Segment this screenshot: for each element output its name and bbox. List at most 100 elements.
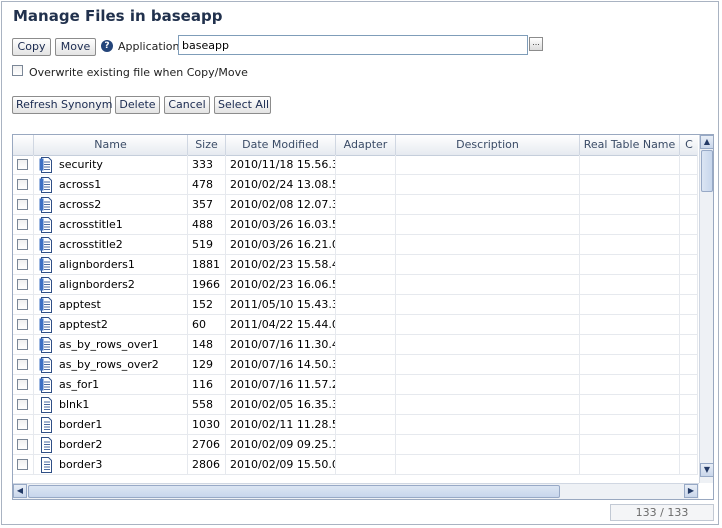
move-button[interactable]: Move <box>55 38 96 56</box>
column-header-size[interactable]: Size <box>188 135 226 155</box>
scroll-left-icon[interactable]: ◀ <box>13 484 27 498</box>
file-date: 2010/02/23 15.58.41 <box>230 258 336 271</box>
table-row[interactable]: as_for1 116 2010/07/16 11.57.26 <box>13 375 698 395</box>
table-row[interactable]: as_by_rows_over1 148 2010/07/16 11.30.47 <box>13 335 698 355</box>
select-cell[interactable] <box>13 235 34 255</box>
select-cell[interactable] <box>13 255 34 275</box>
row-checkbox[interactable] <box>17 439 28 450</box>
scroll-up-icon[interactable]: ▲ <box>700 135 713 149</box>
file-name[interactable]: as_by_rows_over1 <box>59 338 159 351</box>
row-checkbox[interactable] <box>17 339 28 350</box>
scroll-right-icon[interactable]: ▶ <box>684 484 698 498</box>
row-checkbox[interactable] <box>17 279 28 290</box>
table-row[interactable]: blnk1 558 2010/02/05 16.35.32 <box>13 395 698 415</box>
overwrite-checkbox[interactable] <box>12 65 23 76</box>
table-row[interactable]: across2 357 2010/02/08 12.07.31 <box>13 195 698 215</box>
file-name[interactable]: apptest2 <box>59 318 108 331</box>
file-name[interactable]: acrosstitle1 <box>59 218 123 231</box>
row-checkbox[interactable] <box>17 159 28 170</box>
file-name[interactable]: blnk1 <box>59 398 89 411</box>
file-size: 116 <box>192 378 213 391</box>
row-checkbox[interactable] <box>17 199 28 210</box>
c-cell <box>680 175 698 195</box>
file-name[interactable]: as_for1 <box>59 378 99 391</box>
adapter-cell <box>336 155 396 175</box>
adapter-cell <box>336 375 396 395</box>
select-cell[interactable] <box>13 415 34 435</box>
scroll-down-icon[interactable]: ▼ <box>700 463 713 477</box>
table-row[interactable]: acrosstitle2 519 2010/03/26 16.21.02 <box>13 235 698 255</box>
select-cell[interactable] <box>13 435 34 455</box>
vertical-scroll-thumb[interactable] <box>701 150 713 192</box>
table-row[interactable]: acrosstitle1 488 2010/03/26 16.03.50 <box>13 215 698 235</box>
table-row[interactable]: apptest 152 2011/05/10 15.43.36 <box>13 295 698 315</box>
file-name[interactable]: border2 <box>59 438 102 451</box>
select-cell[interactable] <box>13 395 34 415</box>
select-cell[interactable] <box>13 455 34 475</box>
select-cell[interactable] <box>13 335 34 355</box>
file-name[interactable]: across2 <box>59 198 101 211</box>
table-row[interactable]: apptest2 60 2011/04/22 15.44.02 <box>13 315 698 335</box>
select-cell[interactable] <box>13 275 34 295</box>
copy-button[interactable]: Copy <box>12 38 51 56</box>
select-cell[interactable] <box>13 215 34 235</box>
file-name[interactable]: alignborders2 <box>59 278 135 291</box>
row-checkbox[interactable] <box>17 299 28 310</box>
file-name[interactable]: across1 <box>59 178 101 191</box>
select-cell[interactable] <box>13 355 34 375</box>
size-cell: 1030 <box>188 415 226 435</box>
row-checkbox[interactable] <box>17 319 28 330</box>
row-checkbox[interactable] <box>17 239 28 250</box>
table-row[interactable]: across1 478 2010/02/24 13.08.54 <box>13 175 698 195</box>
row-checkbox[interactable] <box>17 459 28 470</box>
file-name[interactable]: security <box>59 158 103 171</box>
column-header-c[interactable]: C <box>680 135 698 155</box>
horizontal-scroll-thumb[interactable] <box>28 485 560 498</box>
row-checkbox[interactable] <box>17 379 28 390</box>
file-name[interactable]: apptest <box>59 298 101 311</box>
refresh-synonym-button[interactable]: Refresh Synonym <box>12 96 112 114</box>
column-header-real-table-name[interactable]: Real Table Name <box>580 135 680 155</box>
file-size: 558 <box>192 398 213 411</box>
table-row[interactable]: alignborders1 1881 2010/02/23 15.58.41 <box>13 255 698 275</box>
name-cell: as_by_rows_over1 <box>34 335 188 355</box>
browse-button[interactable]: ... <box>529 37 543 51</box>
table-row[interactable]: alignborders2 1966 2010/02/23 16.06.52 <box>13 275 698 295</box>
row-checkbox[interactable] <box>17 359 28 370</box>
file-name[interactable]: alignborders1 <box>59 258 135 271</box>
select-all-button[interactable]: Select All <box>214 96 271 114</box>
file-name[interactable]: border1 <box>59 418 102 431</box>
table-row[interactable]: border2 2706 2010/02/09 09.25.14 <box>13 435 698 455</box>
table-row[interactable]: border1 1030 2010/02/11 11.28.59 <box>13 415 698 435</box>
size-cell: 488 <box>188 215 226 235</box>
table-row[interactable]: as_by_rows_over2 129 2010/07/16 14.50.31 <box>13 355 698 375</box>
column-header-name[interactable]: Name <box>34 135 188 155</box>
file-name[interactable]: border3 <box>59 458 102 471</box>
help-icon[interactable]: ? <box>101 40 113 52</box>
select-cell[interactable] <box>13 155 34 175</box>
column-header-description[interactable]: Description <box>396 135 580 155</box>
row-checkbox[interactable] <box>17 419 28 430</box>
delete-button[interactable]: Delete <box>115 96 160 114</box>
table-row[interactable]: security 333 2010/11/18 15.56.35 <box>13 155 698 175</box>
table-row[interactable]: border3 2806 2010/02/09 15.50.04 <box>13 455 698 475</box>
row-checkbox[interactable] <box>17 219 28 230</box>
horizontal-scrollbar[interactable]: ◀ ▶ <box>13 483 699 499</box>
name-cell: apptest2 <box>34 315 188 335</box>
cancel-button[interactable]: Cancel <box>164 96 210 114</box>
select-cell[interactable] <box>13 315 34 335</box>
select-cell[interactable] <box>13 195 34 215</box>
select-cell[interactable] <box>13 295 34 315</box>
column-header-adapter[interactable]: Adapter <box>336 135 396 155</box>
row-checkbox[interactable] <box>17 179 28 190</box>
date-cell: 2011/04/22 15.44.02 <box>226 315 336 335</box>
select-cell[interactable] <box>13 375 34 395</box>
row-checkbox[interactable] <box>17 259 28 270</box>
column-header-date-modified[interactable]: Date Modified <box>226 135 336 155</box>
file-name[interactable]: as_by_rows_over2 <box>59 358 159 371</box>
row-checkbox[interactable] <box>17 399 28 410</box>
application-input[interactable] <box>178 35 528 55</box>
select-cell[interactable] <box>13 175 34 195</box>
file-name[interactable]: acrosstitle2 <box>59 238 123 251</box>
vertical-scrollbar[interactable]: ▲ ▼ <box>699 135 713 483</box>
